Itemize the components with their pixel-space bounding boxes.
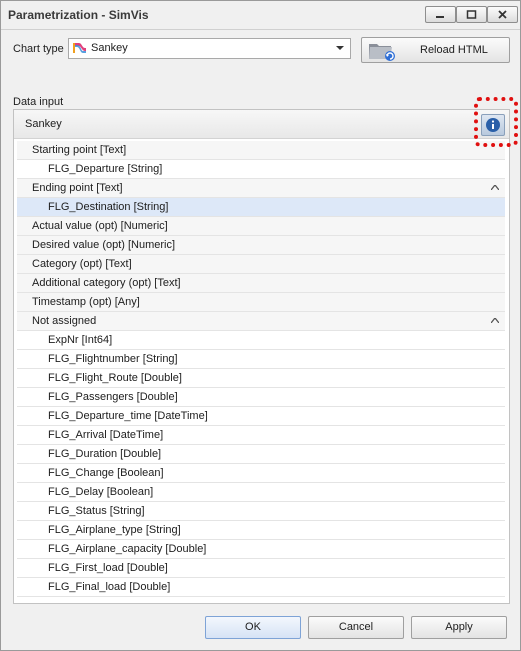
field-item[interactable]: FLG_Departure [String] [17,160,505,179]
group-row[interactable]: Timestamp (opt) [Any] [17,293,505,312]
data-input-panel: Sankey Starting point [Text] FLG_Departur… [13,109,510,604]
chart-type-select[interactable]: Sankey [68,38,351,59]
info-button[interactable] [481,114,505,136]
group-row[interactable]: Desired value (opt) [Numeric] [17,236,505,255]
group-label: Desired value (opt) [Numeric] [32,239,176,251]
field-item-label: FLG_Final_load [Double] [48,581,171,593]
info-icon [486,118,500,132]
chart-type-label: Chart type [13,43,64,55]
field-item[interactable]: FLG_Flightnumber [String] [17,350,505,369]
chevron-up-icon[interactable] [491,185,499,190]
field-item[interactable]: FLG_First_load [Double] [17,559,505,578]
field-item-label: FLG_Airplane_capacity [Double] [48,543,207,555]
field-item[interactable]: FLG_Final_load [Double] [17,578,505,597]
close-button[interactable] [487,6,518,23]
field-item[interactable]: FLG_Destination [String] [17,198,505,217]
apply-button[interactable]: Apply [411,616,507,639]
cancel-button[interactable]: Cancel [308,616,404,639]
field-item-label: FLG_Departure [String] [48,163,163,175]
field-item-label: FLG_Delay [Boolean] [48,486,154,498]
group-row[interactable]: Additional category (opt) [Text] [17,274,505,293]
title-bar: Parametrization - SimVis [1,1,520,30]
group-row[interactable]: Ending point [Text] [17,179,505,198]
reload-html-button[interactable]: Reload HTML [361,37,510,63]
maximize-button[interactable] [456,6,487,23]
field-item[interactable]: FLG_Status [String] [17,502,505,521]
field-item-label: FLG_Flight_Route [Double] [48,372,182,384]
sankey-chart-icon [73,43,86,53]
group-row[interactable]: Starting point [Text] [17,141,505,160]
group-label: Starting point [Text] [32,144,127,156]
maximize-icon [466,10,477,19]
group-label: Timestamp (opt) [Any] [32,296,140,308]
close-icon [498,10,507,19]
minimize-button[interactable] [425,6,456,23]
group-label: Not assigned [32,315,97,327]
dialog-window: Parametrization - SimVis Chart type Sank… [0,0,521,651]
panel-header: Sankey [14,110,509,139]
field-item[interactable]: FLG_Passengers [Double] [17,388,505,407]
field-item-label: ExpNr [Int64] [48,334,113,346]
group-row[interactable]: Actual value (opt) [Numeric] [17,217,505,236]
chart-type-value: Sankey [91,42,128,54]
window-title: Parametrization - SimVis [8,8,149,22]
field-item-label: FLG_Duration [Double] [48,448,162,460]
folder-refresh-icon [369,44,395,61]
field-item[interactable]: FLG_Airplane_type [String] [17,521,505,540]
group-row[interactable]: Category (opt) [Text] [17,255,505,274]
field-list: Starting point [Text] FLG_Departure [Stri… [17,141,505,597]
ok-button[interactable]: OK [205,616,301,639]
reload-html-label: Reload HTML [420,44,488,56]
field-item-label: FLG_First_load [Double] [48,562,168,574]
field-item[interactable]: ExpNr [Int64] [17,331,505,350]
group-label: Category (opt) [Text] [32,258,132,270]
field-item[interactable]: FLG_Flight_Route [Double] [17,369,505,388]
group-row[interactable]: Not assigned [17,312,505,331]
minimize-icon [436,16,444,18]
field-item[interactable]: FLG_Duration [Double] [17,445,505,464]
panel-title: Sankey [25,118,62,130]
field-item-label: FLG_Passengers [Double] [48,391,178,403]
field-item[interactable]: FLG_Airplane_capacity [Double] [17,540,505,559]
group-label: Actual value (opt) [Numeric] [32,220,168,232]
field-item[interactable]: FLG_Delay [Boolean] [17,483,505,502]
field-item[interactable]: FLG_Change [Boolean] [17,464,505,483]
field-item[interactable]: FLG_Departure_time [DateTime] [17,407,505,426]
field-item-label: FLG_Arrival [DateTime] [48,429,164,441]
group-label: Ending point [Text] [32,182,123,194]
field-item[interactable]: FLG_Arrival [DateTime] [17,426,505,445]
chevron-up-icon[interactable] [491,318,499,323]
field-item-label: FLG_Change [Boolean] [48,467,164,479]
group-label: Additional category (opt) [Text] [32,277,181,289]
data-input-label: Data input [13,96,64,108]
field-item-label: FLG_Airplane_type [String] [48,524,181,536]
field-item-label: FLG_Status [String] [48,505,145,517]
field-item-label: FLG_Flightnumber [String] [48,353,178,365]
field-item-label: FLG_Destination [String] [48,201,169,213]
chevron-down-icon[interactable] [336,46,344,51]
field-item-label: FLG_Departure_time [DateTime] [48,410,208,422]
